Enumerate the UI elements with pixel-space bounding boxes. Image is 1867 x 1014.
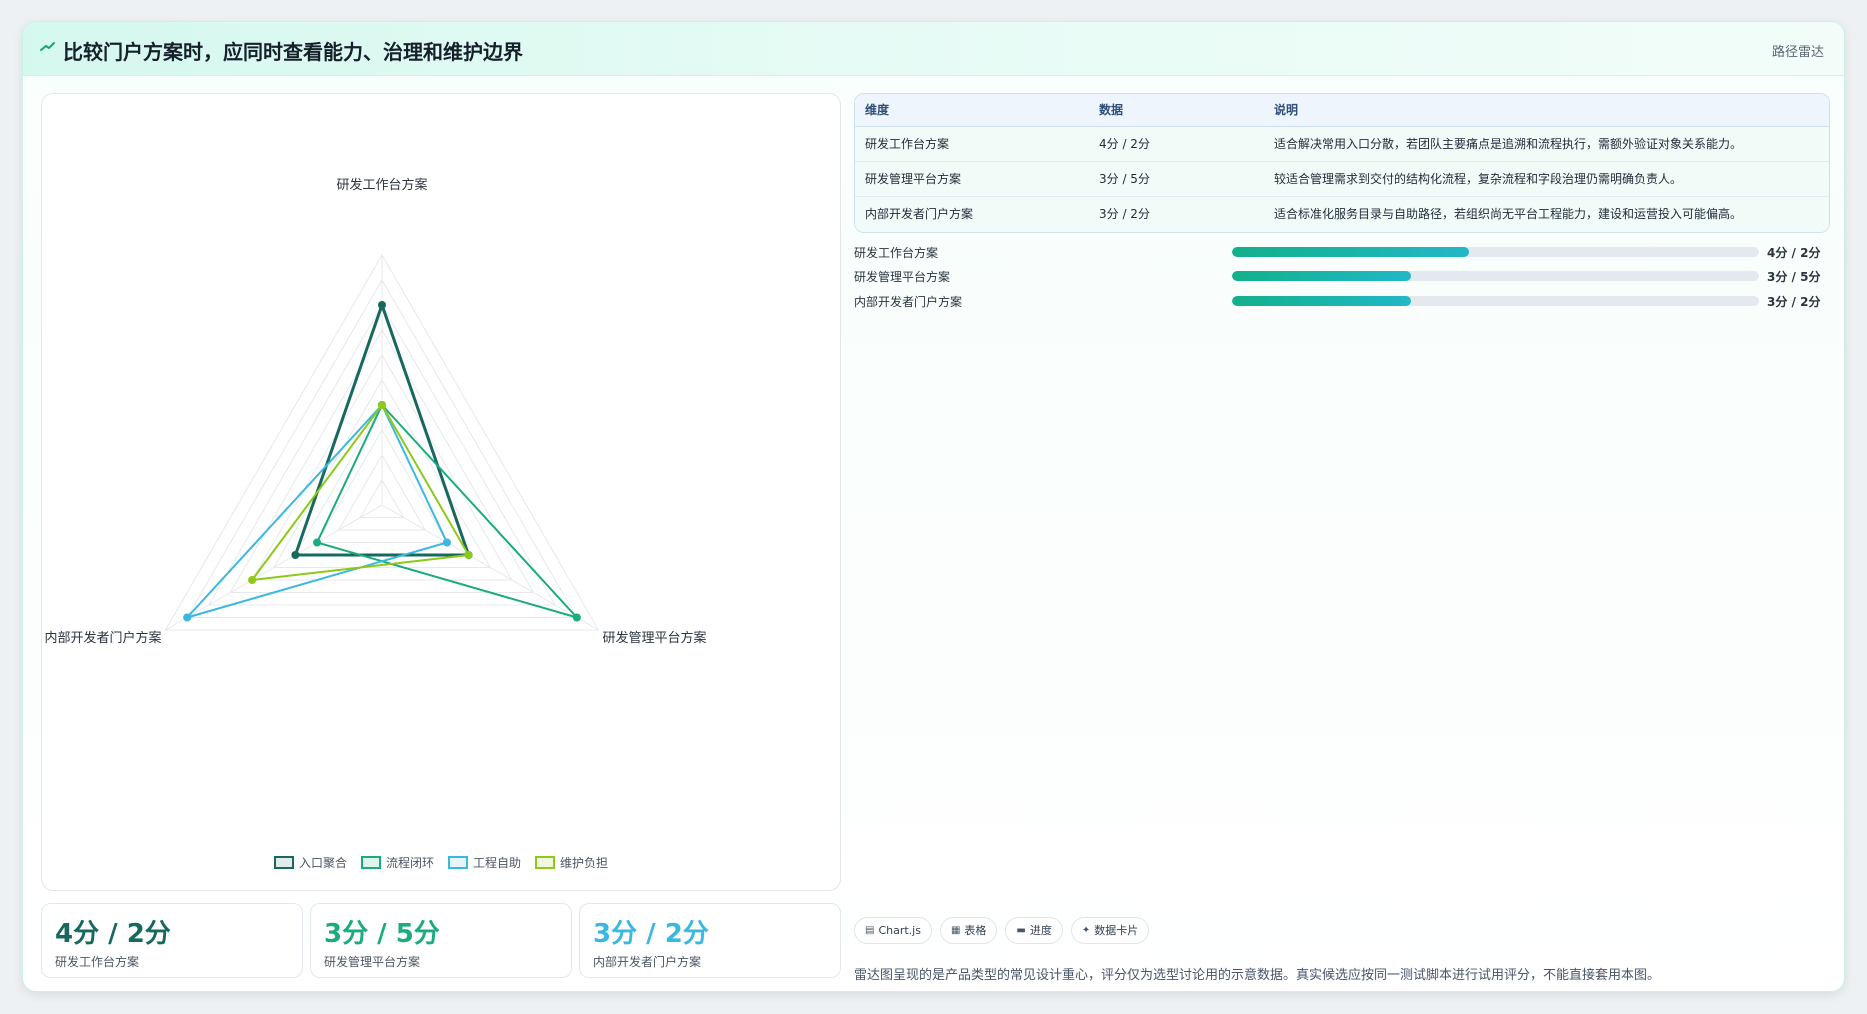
table-cell: 3分 / 5分 [1099, 172, 1150, 186]
progress-value: 4分 / 2分 [1767, 246, 1821, 260]
radar-chart-panel: 研发工作台方案研发管理平台方案 内部开发者门户方案 入口聚合 流程闭环 工程自助 … [41, 93, 841, 891]
table-cell: 较适合管理需求到交付的结构化流程，复杂流程和字段治理仍需明确负责人。 [1274, 172, 1683, 186]
radar-card: 比较门户方案时，应同时查看能力、治理和维护边界 路径雷达 研发工作台方案 研发管理… [22, 21, 1845, 992]
series-line-1 [315, 403, 580, 620]
progress-fill [1232, 296, 1412, 306]
axis-label: 研发工作台方案 [336, 177, 427, 193]
data-point-3 [464, 551, 473, 559]
progress-icon: ▬ [1016, 925, 1026, 936]
chip-table[interactable]: ▦ 表格 [939, 917, 998, 944]
table-cell: 4分 / 2分 [1099, 137, 1150, 151]
chip-label: 进度 [1029, 924, 1052, 937]
data-point-3 [378, 401, 386, 409]
progress-value: 3分 / 2分 [1767, 295, 1821, 309]
kpi-card-2: 3分 / 2分 内部开发者门户方案 [579, 903, 841, 978]
legend-swatch-1 [360, 856, 381, 869]
kpi-label-2: 内部开发者门户方案 [593, 955, 702, 969]
table-header: 维度 数据 说明 [855, 94, 1829, 127]
progress-row-2: 内部开发者门户方案 3分 / 2分 [854, 291, 1830, 311]
data-point-1 [572, 613, 581, 622]
progress-label: 研发工作台方案 [854, 246, 939, 260]
legend-item-2[interactable]: 工程自助 [448, 854, 521, 871]
progress-track [1232, 271, 1759, 281]
axis-label: 内部开发者门户方案 [44, 630, 161, 646]
kpi-card-0: 4分 / 2分 研发工作台方案 [41, 903, 303, 978]
data-point-3 [248, 576, 257, 584]
axis-label: 研发管理平台方案 [603, 630, 707, 646]
chip-list: ▤ Chart.js ▦ 表格 ▬ 进度 ✦ 数据卡片 [854, 917, 1150, 944]
card-icon: ✦ [1081, 925, 1091, 936]
table-header-cell: 说明 [1274, 103, 1299, 117]
legend-label-0: 入口聚合 [298, 856, 347, 870]
card-header: 比较门户方案时，应同时查看能力、治理和维护边界 路径雷达 [23, 22, 1844, 76]
progress-value: 3分 / 5分 [1767, 270, 1821, 284]
data-point-2 [442, 538, 451, 547]
kpi-card-1: 3分 / 5分 研发管理平台方案 [310, 903, 572, 978]
legend-item-3[interactable]: 维护负担 [535, 854, 608, 871]
comparison-table: 维度 数据 说明 研发工作台方案 4分 / 2分 适合解决常用入口分散，若团队主… [854, 93, 1830, 233]
data-point-0 [378, 301, 386, 309]
chip-label: 表格 [964, 924, 987, 937]
kpi-value-1: 3分 / 5分 [324, 919, 440, 949]
table-cell: 3分 / 2分 [1099, 207, 1150, 221]
card-tag: 路径雷达 [1771, 45, 1824, 60]
data-point-0 [291, 551, 300, 559]
chip-label: Chart.js [878, 924, 921, 937]
progress-label: 内部开发者门户方案 [854, 295, 963, 309]
footnote: 雷达图呈现的是产品类型的常见设计重心，评分仅为选型讨论用的示意数据。真实候选应按… [854, 968, 1661, 983]
progress-track [1232, 247, 1759, 257]
table-row: 研发管理平台方案 3分 / 5分 较适合管理需求到交付的结构化流程，复杂流程和字… [855, 162, 1829, 197]
chip-chartjs[interactable]: ▤ Chart.js [854, 917, 932, 944]
trend-icon [40, 42, 55, 51]
table-row: 内部开发者门户方案 3分 / 2分 适合标准化服务目录与自助路径，若组织尚无平台… [855, 197, 1829, 232]
table-cell: 内部开发者门户方案 [865, 207, 974, 221]
table-icon: ▦ [950, 925, 961, 936]
legend-item-1[interactable]: 流程闭环 [360, 854, 434, 871]
legend-label-3: 维护负担 [560, 856, 609, 870]
table-cell: 研发工作台方案 [865, 137, 950, 151]
card-title: 比较门户方案时，应同时查看能力、治理和维护边界 [63, 40, 523, 64]
chip-progress[interactable]: ▬ 进度 [1005, 917, 1063, 944]
chip-card[interactable]: ✦ 数据卡片 [1070, 917, 1150, 944]
progress-row-1: 研发管理平台方案 3分 / 5分 [854, 266, 1830, 286]
data-point-2 [183, 613, 192, 622]
table-cell: 研发管理平台方案 [865, 172, 962, 186]
progress-row-0: 研发工作台方案 4分 / 2分 [854, 242, 1830, 262]
table-header-cell: 数据 [1099, 103, 1124, 117]
progress-track [1232, 296, 1759, 306]
legend-swatch-3 [535, 856, 556, 869]
kpi-value-2: 3分 / 2分 [593, 919, 709, 949]
table-header-cell: 维度 [865, 103, 890, 117]
series-line-2 [184, 403, 449, 620]
table-row: 研发工作台方案 4分 / 2分 适合解决常用入口分散，若团队主要痛点是追溯和流程… [855, 127, 1829, 162]
radar-chart: 研发工作台方案研发管理平台方案 内部开发者门户方案 [44, 177, 707, 646]
data-point-1 [313, 538, 322, 547]
legend-item-0[interactable]: 入口聚合 [273, 854, 347, 871]
chart-icon: ▤ [865, 925, 875, 936]
legend-swatch-2 [448, 856, 468, 869]
table-cell: 适合标准化服务目录与自助路径，若组织尚无平台工程能力，建设和运营投入可能偏高。 [1274, 207, 1743, 221]
legend-swatch-0 [273, 856, 294, 869]
table-cell: 适合解决常用入口分散，若团队主要痛点是追溯和流程执行，需额外验证对象关系能力。 [1274, 137, 1743, 151]
chart-legend: 入口聚合 流程闭环 工程自助 维护负担 [42, 854, 840, 871]
progress-label: 研发管理平台方案 [854, 270, 951, 284]
progress-fill [1232, 271, 1412, 281]
kpi-label-1: 研发管理平台方案 [324, 955, 421, 969]
legend-label-2: 工程自助 [473, 856, 522, 870]
progress-fill [1232, 247, 1470, 257]
kpi-value-0: 4分 / 2分 [55, 919, 171, 949]
kpi-label-0: 研发工作台方案 [55, 955, 140, 969]
chip-label: 数据卡片 [1094, 924, 1139, 937]
legend-label-1: 流程闭环 [385, 856, 434, 870]
